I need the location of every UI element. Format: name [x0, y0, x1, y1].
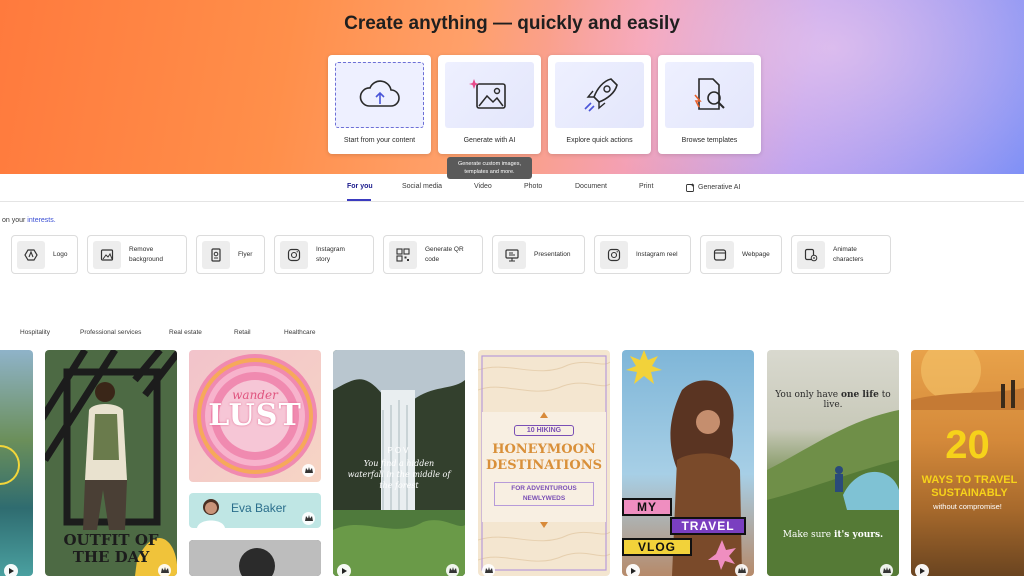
premium-crown-icon [482, 564, 495, 576]
template-card-honeymoon[interactable]: 10 HIKING HONEYMOON DESTINATIONS FOR ADV… [478, 350, 610, 576]
quick-item-animate-characters[interactable]: Animate characters [791, 235, 891, 274]
card-label: Generate with AI [463, 137, 516, 144]
tab-print[interactable]: Print [639, 183, 653, 190]
tab-generative-ai[interactable]: Generative AI [686, 183, 740, 192]
cloud-upload-icon [359, 80, 400, 107]
premium-crown-icon [735, 564, 748, 576]
ai-image-icon [468, 79, 506, 109]
quick-item-webpage[interactable]: Webpage [700, 235, 782, 274]
quick-item-logo[interactable]: Logo [11, 235, 78, 274]
quick-item-flyer[interactable]: Flyer [196, 235, 265, 274]
card-label: Start from your content [343, 137, 416, 144]
template-text-without-compromise: without compromise! [933, 502, 1002, 511]
template-text-eva-baker: Eva Baker [231, 501, 287, 515]
generative-ai-icon [686, 183, 695, 192]
template-card-eva-baker[interactable]: Eva Baker [189, 493, 321, 528]
tab-social-media[interactable]: Social media [402, 183, 442, 190]
camping-photo [767, 410, 899, 576]
instagram-icon [607, 248, 621, 261]
rocket-icon [583, 78, 618, 112]
play-button[interactable] [915, 564, 929, 576]
tab-for-you[interactable]: For you [347, 183, 373, 190]
quick-item-presentation[interactable]: Presentation [492, 235, 585, 274]
play-button[interactable] [626, 564, 640, 576]
card-label: Explore quick actions [566, 137, 633, 144]
flyer-icon [211, 247, 221, 262]
tab-photo[interactable]: Photo [524, 183, 542, 190]
card-label: Browse templates [681, 137, 738, 144]
category-hospitality[interactable]: Hospitality [20, 329, 50, 336]
template-text-its-yours: Make sure it's yours. [782, 530, 884, 540]
quick-item-remove-background[interactable]: Remove background [87, 235, 187, 274]
template-card-travel-sustainably[interactable]: 20 WAYS TO TRAVEL SUSTAINABLY without co… [911, 350, 1024, 576]
category-healthcare[interactable]: Healthcare [284, 329, 315, 336]
hero-banner: Create anything — quickly and easily Sta… [0, 0, 1024, 174]
template-card-outfit[interactable]: OUTFIT OF THE DAY [45, 350, 177, 576]
generate-ai-tooltip: Generate custom images, templates and mo… [447, 157, 532, 179]
interests-link[interactable]: interests. [27, 217, 55, 224]
start-from-content-card[interactable]: Start from your content [328, 55, 431, 154]
category-retail[interactable]: Retail [234, 329, 251, 336]
presentation-icon [505, 248, 519, 262]
tab-video[interactable]: Video [474, 183, 492, 190]
premium-crown-icon [446, 564, 459, 576]
template-card-portrait[interactable] [189, 540, 321, 576]
play-icon [920, 568, 925, 574]
portrait-photo [197, 499, 225, 528]
template-text-honeymoon: HONEYMOON DESTINATIONS [486, 442, 602, 473]
template-card-wanderlust[interactable]: wander LUST [189, 350, 321, 482]
template-search-icon [693, 78, 725, 110]
premium-crown-icon [302, 512, 315, 525]
webpage-icon [713, 248, 727, 261]
template-text-one-life: You only have one life to live. [775, 390, 891, 410]
logo-icon [24, 248, 38, 261]
instagram-icon [287, 248, 301, 261]
portrait-photo [189, 540, 321, 576]
play-icon [631, 568, 636, 574]
explore-quick-actions-card[interactable]: Explore quick actions [548, 55, 651, 154]
qr-code-icon [396, 247, 410, 262]
tab-label: Generative AI [698, 184, 741, 191]
hero-title: Create anything — quickly and easily [344, 13, 680, 34]
template-text-pov-body: You find a hidden waterfall in the middl… [347, 459, 451, 490]
play-icon [9, 568, 14, 574]
template-text-my: MY [622, 498, 672, 516]
premium-crown-icon [302, 464, 315, 477]
remove-background-icon [100, 248, 114, 261]
category-professional-services[interactable]: Professional services [80, 329, 141, 336]
template-text-twenty: 20 [945, 423, 990, 467]
template-text-pov: POV [387, 446, 411, 455]
active-tab-indicator [347, 199, 371, 201]
template-card-travel-vlog[interactable]: MY TRAVEL VLOG [622, 350, 754, 576]
quick-item-instagram-story[interactable]: Instagram story [274, 235, 374, 274]
template-card-pov-waterfall[interactable]: POV You find a hidden waterfall in the m… [333, 350, 465, 576]
premium-crown-icon [880, 564, 893, 576]
animate-characters-icon [804, 248, 818, 261]
browse-templates-card[interactable]: Browse templates [658, 55, 761, 154]
play-button[interactable] [4, 564, 18, 576]
premium-crown-icon [158, 564, 171, 576]
template-card-partial[interactable] [0, 350, 33, 576]
play-button[interactable] [337, 564, 351, 576]
template-text-sustainably: WAYS TO TRAVEL SUSTAINABLY [921, 474, 1018, 499]
template-text-lust: LUST [208, 398, 302, 433]
template-text-outfit: OUTFIT OF THE DAY [63, 531, 159, 566]
quick-item-instagram-reel[interactable]: Instagram reel [594, 235, 691, 274]
template-text-hiking: 10 HIKING [514, 425, 574, 436]
template-text-travel: TRAVEL [670, 517, 746, 535]
category-real-estate[interactable]: Real estate [169, 329, 202, 336]
template-text-newlyweds: FOR ADVENTUROUS NEWLYWEDS [494, 482, 594, 506]
interest-text: on your interests. [2, 217, 56, 224]
generate-with-ai-card[interactable]: Generate with AI [438, 55, 541, 154]
template-card-one-life[interactable]: You only have one life to live. Make sur… [767, 350, 899, 576]
tab-document[interactable]: Document [575, 183, 607, 190]
template-text-vlog: VLOG [622, 538, 692, 556]
play-icon [342, 568, 347, 574]
quick-item-generate-qr-code[interactable]: Generate QR code [383, 235, 483, 274]
